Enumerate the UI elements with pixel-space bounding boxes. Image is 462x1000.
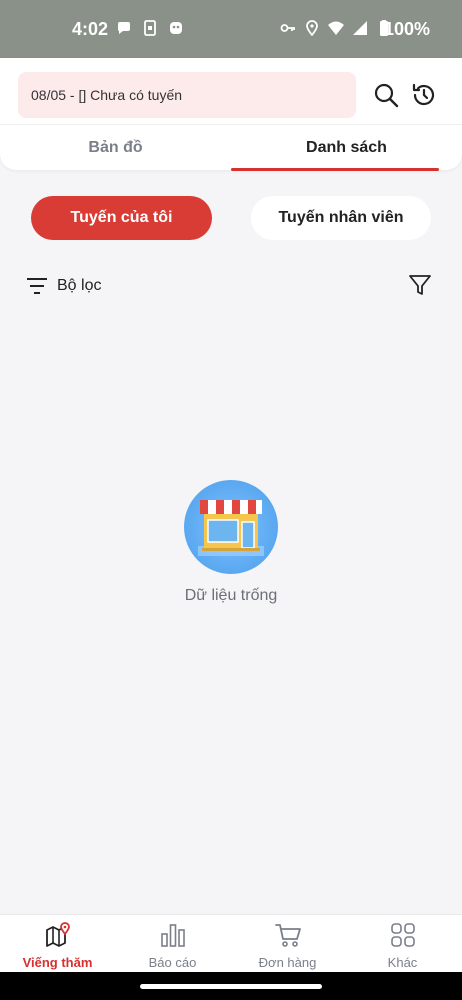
system-icons [280,20,392,36]
app-notification-icon [170,22,182,34]
filter-label[interactable]: Bộ lọc [57,277,101,295]
system-gesture-bar [0,972,462,1000]
history-icon[interactable] [411,82,437,108]
my-routes-button[interactable]: Tuyến của tôi [31,196,212,240]
sort-lines-icon[interactable] [26,276,48,296]
filter-row: Bộ lọc [26,272,436,300]
status-time: 4:02 [72,19,109,39]
active-tab-indicator [231,168,439,171]
funnel-icon[interactable] [408,273,432,297]
sim-card-icon [144,20,156,36]
tab-map[interactable]: Bản đồ [0,125,231,171]
location-icon [306,20,318,36]
store-icon [184,480,278,574]
bottom-nav: Viếng thăm Báo cáo Đơn hàng Khác [0,914,462,972]
view-tabs: Bản đồ Danh sách [0,124,462,171]
route-search-field[interactable]: 08/05 - [] Chưa có tuyến [18,72,356,118]
nav-label-orders: Đơn hàng [258,955,317,970]
search-icon[interactable] [373,82,399,108]
nav-item-visits[interactable]: Viếng thăm [0,915,115,973]
wifi-icon [328,21,344,35]
nav-item-reports[interactable]: Báo cáo [115,915,230,973]
notification-icons [116,20,184,36]
cart-icon [275,924,301,947]
nav-label-visits: Viếng thăm [22,955,93,970]
nav-label-more: Khác [387,955,418,970]
tab-list[interactable]: Danh sách [231,125,462,171]
home-indicator[interactable] [140,984,322,989]
chat-bubble-icon [118,22,130,34]
grid-icon [391,923,415,947]
map-pin-icon [46,922,70,947]
staff-routes-button[interactable]: Tuyến nhân viên [251,196,431,240]
nav-label-reports: Báo cáo [148,955,197,970]
header: 08/05 - [] Chưa có tuyến Bản đồ Danh sác… [0,58,462,171]
route-search-text: 08/05 - [] Chưa có tuyến [31,87,183,103]
cellular-signal-icon [353,21,367,35]
empty-state-text: Dữ liệu trống [184,587,278,604]
battery-percent: 100% [383,19,430,39]
vpn-key-icon [280,24,295,32]
nav-item-more[interactable]: Khác [345,915,460,973]
bar-chart-icon [161,924,185,947]
nav-item-orders[interactable]: Đơn hàng [230,915,345,973]
status-bar: 4:02 100% [0,0,462,58]
